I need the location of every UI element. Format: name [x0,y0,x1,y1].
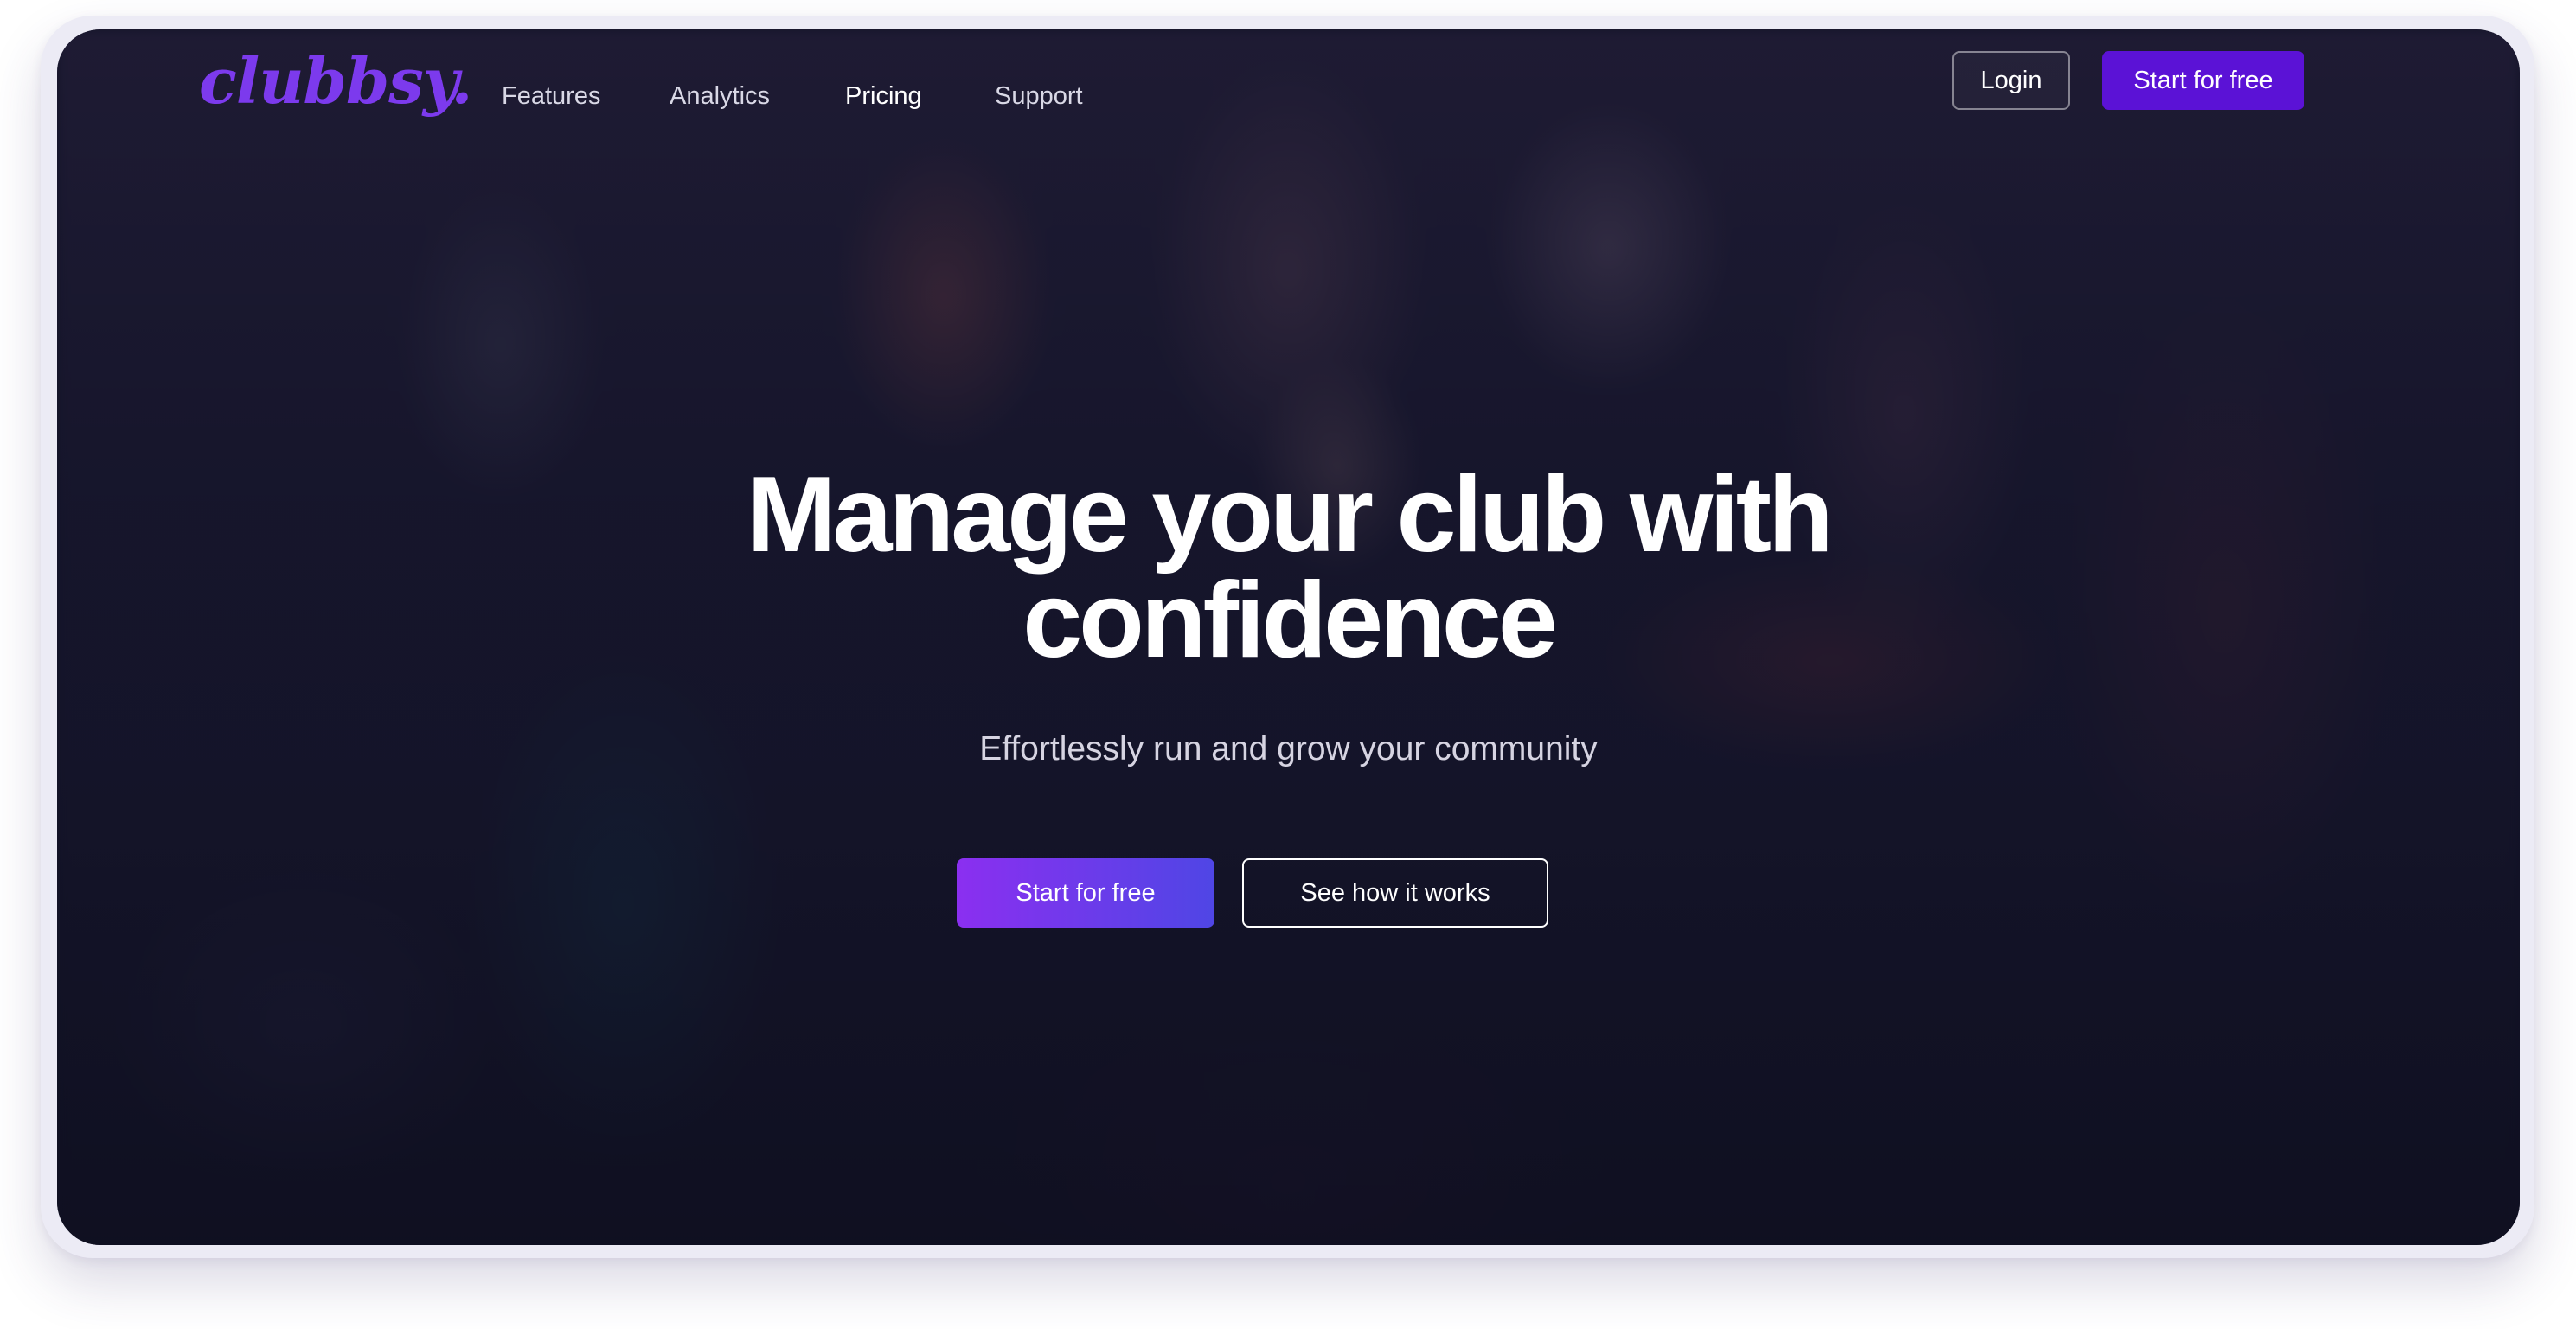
hero-headline: Manage your club with confidence [57,455,2520,680]
hero-cta-group: Start for free See how it works [57,858,2520,928]
nav-link-features[interactable]: Features [502,81,600,111]
nav-link-analytics[interactable]: Analytics [670,81,770,111]
hero-subheadline: Effortlessly run and grow your community [979,730,1598,767]
top-navigation: clubbsy. Features Analytics Pricing Supp… [57,29,2520,133]
see-how-it-works-button[interactable]: See how it works [1242,858,1548,928]
hero-headline-line-1: Manage your club with [747,455,1834,575]
nav-start-for-free-button[interactable]: Start for free [2102,51,2304,110]
nav-link-support[interactable]: Support [995,81,1083,111]
nav-link-pricing[interactable]: Pricing [845,81,922,111]
hero-headline-line-2: confidence [1022,561,1558,680]
hero-start-for-free-button[interactable]: Start for free [957,858,1214,928]
hero-section: clubbsy. Features Analytics Pricing Supp… [57,29,2520,1245]
clubbsy-logo[interactable]: clubbsy. [199,40,472,123]
login-button[interactable]: Login [1952,51,2070,110]
